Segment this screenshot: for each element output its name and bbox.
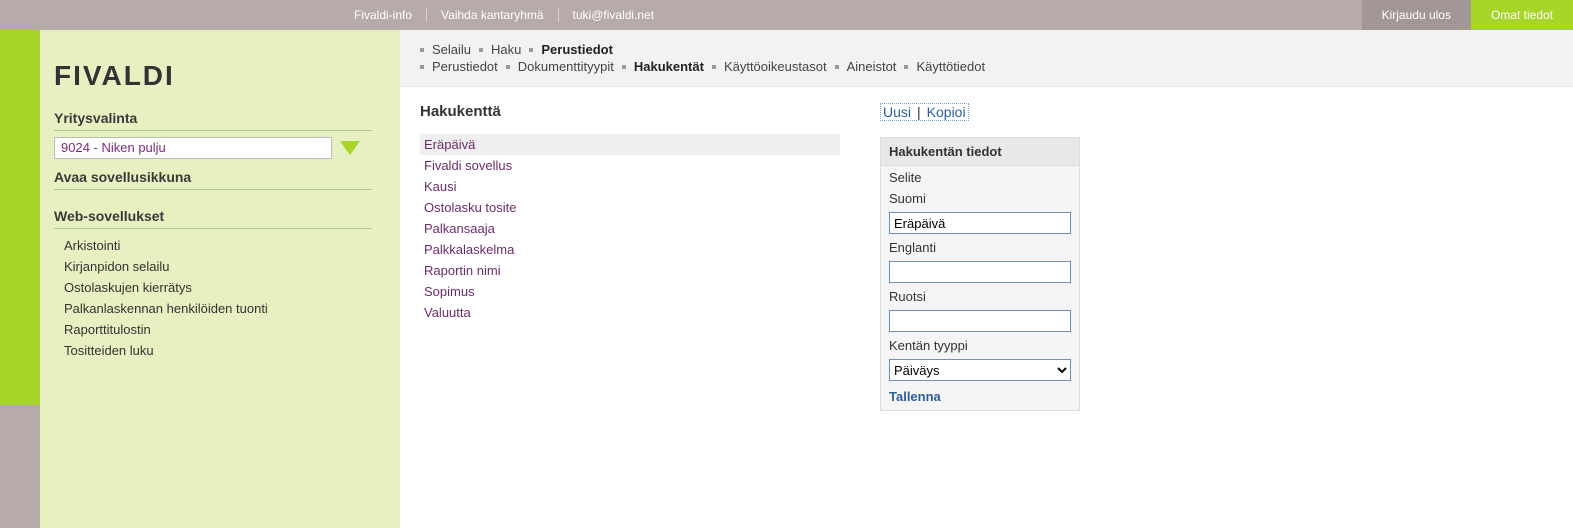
breadcrumb-item[interactable]: Käyttöoikeustasot — [724, 59, 827, 74]
copy-link[interactable]: Kopioi — [927, 104, 966, 120]
accent-stripe — [0, 30, 40, 528]
list-item[interactable]: Ostolasku tosite — [420, 197, 840, 218]
breadcrumb-item[interactable]: Haku — [491, 42, 521, 57]
open-app-window-link[interactable]: Avaa sovellusikkuna — [54, 169, 372, 190]
accent-green — [0, 30, 40, 405]
breadcrumb-row-2: Perustiedot Dokumenttityypit Hakukentät Käy… — [420, 59, 1553, 74]
breadcrumb-item[interactable]: Aineistot — [847, 59, 897, 74]
dropdown-triangle-icon[interactable] — [340, 141, 360, 155]
ruotsi-input[interactable] — [889, 310, 1071, 332]
sidebar: FIVALDI Yritysvalinta 9024 - Niken pulju… — [40, 30, 400, 528]
breadcrumb-row-1: Selailu Haku Perustiedot — [420, 42, 1553, 57]
accent-gray — [0, 405, 40, 528]
own-info-button[interactable]: Omat tiedot — [1471, 0, 1573, 30]
list-item[interactable]: Kausi — [420, 176, 840, 197]
save-link[interactable]: Tallenna — [881, 383, 1079, 410]
englanti-input[interactable] — [889, 261, 1071, 283]
company-row: 9024 - Niken pulju — [54, 137, 372, 159]
breadcrumb-item[interactable]: Hakukentät — [634, 59, 704, 74]
breadcrumb-dot-icon — [904, 65, 908, 69]
web-apps-heading: Web-sovellukset — [54, 208, 372, 229]
suomi-input[interactable] — [889, 212, 1071, 234]
list-item[interactable]: Eräpäivä — [420, 134, 840, 155]
breadcrumb-dot-icon — [835, 65, 839, 69]
englanti-label: Englanti — [881, 236, 1079, 257]
suomi-label: Suomi — [881, 187, 1079, 208]
type-label: Kentän tyyppi — [881, 334, 1079, 355]
item-list: EräpäiväFivaldi sovellusKausiOstolasku t… — [420, 134, 840, 323]
sidebar-web-app-link[interactable]: Palkanlaskennan henkilöiden tuonti — [54, 298, 372, 319]
breadcrumb-item[interactable]: Perustiedot — [541, 42, 613, 57]
topbar-support-email-link[interactable]: tuki@fivaldi.net — [559, 8, 669, 22]
main: Selailu Haku Perustiedot Perustiedot Dokume… — [400, 30, 1573, 528]
logout-button[interactable]: Kirjaudu ulos — [1362, 0, 1471, 30]
form-panel: Hakukentän tiedot Selite Suomi Englanti … — [880, 137, 1080, 411]
list-item[interactable]: Palkansaaja — [420, 218, 840, 239]
company-heading: Yritysvalinta — [54, 110, 372, 131]
layout: FIVALDI Yritysvalinta 9024 - Niken pulju… — [0, 30, 1573, 528]
action-separator: | — [917, 104, 921, 120]
topbar: Fivaldi-info Vaihda kantaryhmä tuki@fiva… — [0, 0, 1573, 30]
sidebar-web-app-link[interactable]: Arkistointi — [54, 235, 372, 256]
type-cell: Päiväys — [881, 355, 1079, 383]
breadcrumb-dot-icon — [420, 48, 424, 52]
company-select[interactable]: 9024 - Niken pulju — [54, 137, 332, 159]
topbar-info-link[interactable]: Fivaldi-info — [340, 8, 426, 22]
action-links: Uusi | Kopioi — [880, 103, 969, 121]
topbar-switch-group-link[interactable]: Vaihda kantaryhmä — [427, 8, 558, 22]
breadcrumb-item[interactable]: Dokumenttityypit — [518, 59, 614, 74]
breadcrumb-dot-icon — [506, 65, 510, 69]
englanti-cell — [881, 257, 1079, 285]
breadcrumbs: Selailu Haku Perustiedot Perustiedot Dokume… — [400, 30, 1573, 87]
web-apps-list: ArkistointiKirjanpidon selailuOstolaskuj… — [54, 235, 372, 361]
ruotsi-label: Ruotsi — [881, 285, 1079, 306]
topbar-left: Fivaldi-info Vaihda kantaryhmä tuki@fiva… — [0, 8, 668, 22]
suomi-cell — [881, 208, 1079, 236]
form-column: Uusi | Kopioi Hakukentän tiedot Selite S… — [880, 103, 1080, 411]
breadcrumb-dot-icon — [529, 48, 533, 52]
breadcrumb-dot-icon — [622, 65, 626, 69]
ruotsi-cell — [881, 306, 1079, 334]
new-link[interactable]: Uusi — [883, 104, 911, 120]
breadcrumb-item[interactable]: Perustiedot — [432, 59, 498, 74]
list-item[interactable]: Sopimus — [420, 281, 840, 302]
breadcrumb-item[interactable]: Selailu — [432, 42, 471, 57]
type-select[interactable]: Päiväys — [889, 359, 1071, 381]
breadcrumb-dot-icon — [420, 65, 424, 69]
list-item[interactable]: Valuutta — [420, 302, 840, 323]
logo: FIVALDI — [54, 60, 372, 92]
breadcrumb-dot-icon — [479, 48, 483, 52]
breadcrumb-dot-icon — [712, 65, 716, 69]
list-item[interactable]: Palkkalaskelma — [420, 239, 840, 260]
content: Hakukenttä EräpäiväFivaldi sovellusKausi… — [400, 87, 1573, 427]
form-heading: Hakukentän tiedot — [881, 138, 1079, 166]
list-item[interactable]: Raportin nimi — [420, 260, 840, 281]
breadcrumb-item[interactable]: Käyttötiedot — [916, 59, 985, 74]
sidebar-web-app-link[interactable]: Ostolaskujen kierrätys — [54, 277, 372, 298]
list-title: Hakukenttä — [420, 103, 840, 120]
list-column: Hakukenttä EräpäiväFivaldi sovellusKausi… — [420, 103, 840, 411]
selite-label: Selite — [881, 166, 1079, 187]
sidebar-web-app-link[interactable]: Raporttitulostin — [54, 319, 372, 340]
sidebar-web-app-link[interactable]: Tositteiden luku — [54, 340, 372, 361]
sidebar-web-app-link[interactable]: Kirjanpidon selailu — [54, 256, 372, 277]
list-item[interactable]: Fivaldi sovellus — [420, 155, 840, 176]
